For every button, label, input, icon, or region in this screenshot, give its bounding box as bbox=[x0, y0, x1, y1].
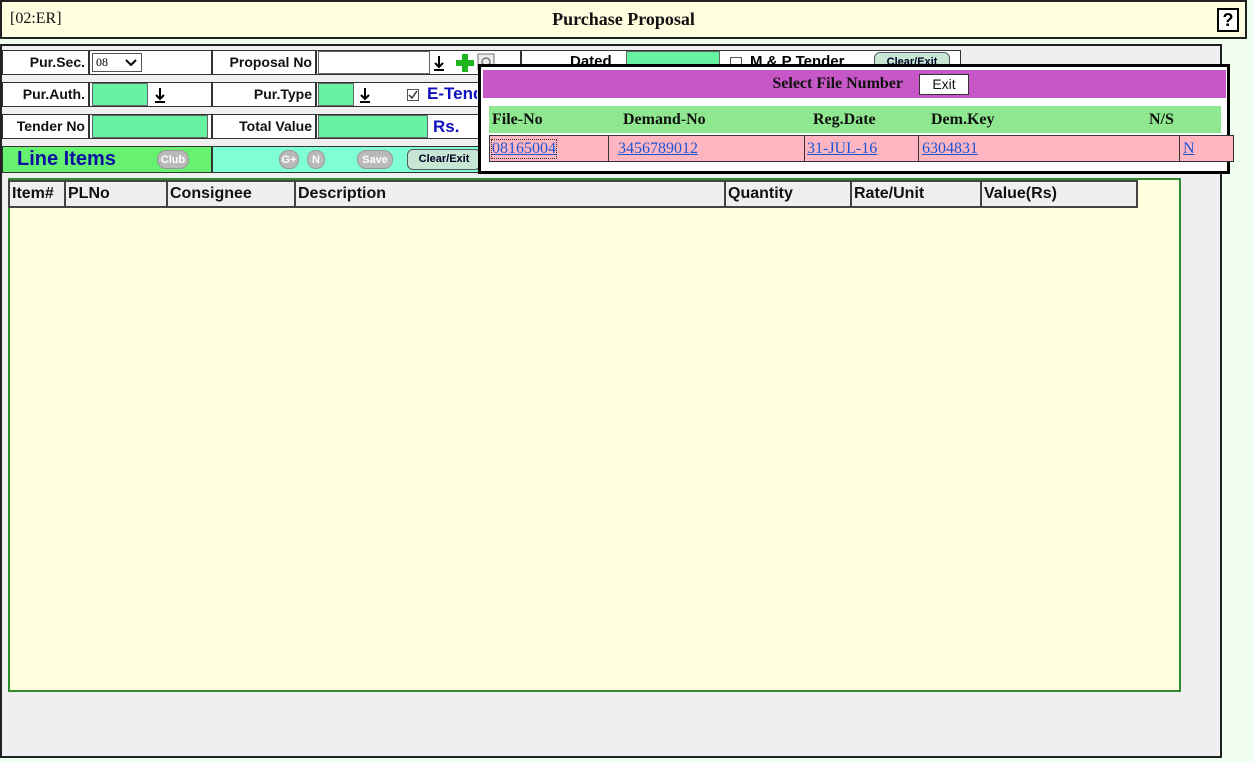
help-icon: ? bbox=[1222, 10, 1234, 30]
pur-sec-label: Pur.Sec. bbox=[2, 50, 89, 75]
help-button[interactable]: ? bbox=[1217, 8, 1239, 32]
dialog-table-header: File-No Demand-No Reg.Date Dem.Key N/S bbox=[489, 106, 1221, 133]
line-items-actions: G+ N Save Clear/Exit bbox=[212, 146, 481, 173]
chevron-down-icon bbox=[125, 59, 137, 67]
total-value-cell: Rs. bbox=[316, 114, 481, 139]
page-title: Purchase Proposal bbox=[552, 9, 695, 29]
dialog-title-bar: Select File Number Exit bbox=[483, 70, 1226, 98]
add-icon[interactable] bbox=[455, 53, 475, 73]
col-ns: N/S bbox=[1149, 111, 1174, 128]
dem-key-link[interactable]: 6304831 bbox=[922, 140, 978, 158]
pur-auth-cell bbox=[89, 82, 212, 107]
tender-no-input[interactable] bbox=[92, 115, 208, 138]
tender-no-label: Tender No bbox=[2, 114, 89, 139]
col-consignee: Consignee bbox=[166, 180, 296, 208]
dialog-title: Select File Number bbox=[772, 75, 903, 92]
pur-sec-cell: 08 bbox=[89, 50, 212, 75]
file-no-link[interactable]: 08165004 bbox=[491, 139, 557, 159]
pur-auth-label: Pur.Auth. bbox=[2, 82, 89, 107]
col-quantity: Quantity bbox=[724, 180, 852, 208]
reg-date-link[interactable]: 31-JUL-16 bbox=[807, 140, 877, 158]
pur-type-label: Pur.Type bbox=[212, 82, 316, 107]
title-bar: [02:ER] Purchase Proposal ? bbox=[0, 0, 1247, 39]
pur-sec-value: 08 bbox=[96, 55, 108, 69]
col-rate-unit: Rate/Unit bbox=[850, 180, 982, 208]
checkmark-icon bbox=[408, 90, 418, 100]
save-button[interactable]: Save bbox=[357, 150, 393, 169]
download-arrow-icon[interactable] bbox=[359, 87, 371, 103]
clear-exit-button[interactable]: Clear/Exit bbox=[407, 149, 481, 170]
tender-no-cell bbox=[89, 114, 212, 139]
table-row[interactable]: 08165004 3456789012 31-JUL-16 6304831 N bbox=[489, 135, 1234, 162]
proposal-no-input[interactable] bbox=[318, 51, 430, 74]
g-plus-button[interactable]: G+ bbox=[279, 150, 299, 169]
select-file-number-dialog: Select File Number Exit File-No Demand-N… bbox=[478, 64, 1234, 174]
row-divider bbox=[1179, 135, 1180, 162]
club-button[interactable]: Club bbox=[157, 150, 189, 169]
download-arrow-icon[interactable] bbox=[433, 55, 445, 71]
pur-sec-select[interactable]: 08 bbox=[92, 53, 142, 72]
col-value: Value(Rs) bbox=[980, 180, 1138, 208]
line-items-bar: Line Items Club bbox=[2, 146, 212, 173]
e-tender-checkbox[interactable] bbox=[407, 89, 419, 101]
demand-no-link[interactable]: 3456789012 bbox=[618, 140, 698, 158]
col-demand-no: Demand-No bbox=[623, 111, 706, 128]
ns-link[interactable]: N bbox=[1183, 140, 1195, 158]
col-item-no: Item# bbox=[8, 180, 66, 208]
proposal-no-label: Proposal No bbox=[212, 50, 316, 75]
e-tender-label: E-Tender bbox=[427, 84, 477, 103]
pur-type-input[interactable] bbox=[318, 83, 354, 106]
n-button[interactable]: N bbox=[307, 150, 325, 169]
total-value-input[interactable] bbox=[318, 115, 428, 138]
col-reg-date: Reg.Date bbox=[813, 111, 876, 128]
download-arrow-icon[interactable] bbox=[154, 87, 166, 103]
row-divider bbox=[608, 135, 609, 162]
line-items-label: Line Items bbox=[17, 148, 116, 170]
row-divider bbox=[918, 135, 919, 162]
line-items-grid bbox=[8, 178, 1181, 692]
pur-type-cell: E-Tender bbox=[316, 82, 481, 107]
col-description: Description bbox=[294, 180, 726, 208]
col-file-no: File-No bbox=[492, 111, 543, 128]
col-dem-key: Dem.Key bbox=[931, 111, 995, 128]
dialog-exit-button[interactable]: Exit bbox=[919, 74, 969, 95]
currency-unit: Rs. bbox=[433, 117, 460, 136]
total-value-label: Total Value bbox=[212, 114, 316, 139]
row-divider bbox=[804, 135, 805, 162]
pur-auth-input[interactable] bbox=[92, 83, 148, 106]
col-pl-no: PLNo bbox=[64, 180, 168, 208]
